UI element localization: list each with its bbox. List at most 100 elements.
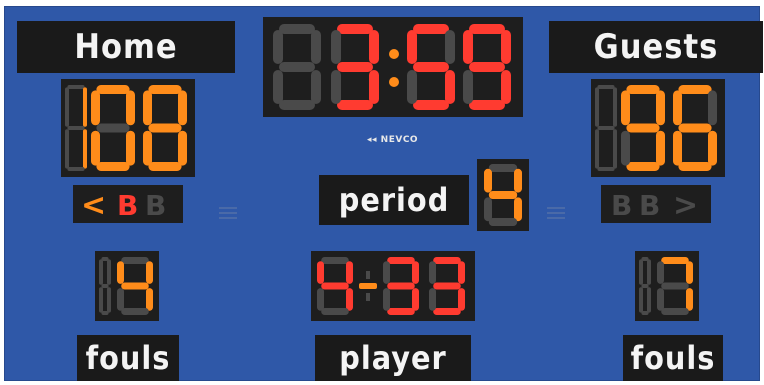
game-clock: [263, 17, 523, 117]
segment-f: [407, 30, 417, 64]
segment-g: [488, 191, 518, 199]
segment-e: [595, 129, 599, 169]
segment-d: [337, 100, 373, 110]
segment-f: [621, 90, 630, 126]
segment-f: [484, 168, 492, 193]
segment-d: [661, 308, 689, 315]
period-display: [477, 159, 529, 231]
segment-c: [501, 70, 511, 104]
segment-c: [146, 288, 153, 311]
segment-e: [99, 287, 103, 313]
guests-fouls-tens: [639, 257, 651, 315]
segment-b: [126, 90, 135, 126]
segment-g: [321, 282, 349, 290]
segment-b: [514, 168, 522, 193]
home-possession-arrow: <: [81, 188, 106, 223]
guests-possession-arrow: >: [673, 188, 698, 223]
segment-c: [107, 287, 111, 313]
segment-c: [613, 129, 617, 169]
segment-e: [407, 70, 417, 104]
segment-a: [678, 85, 712, 94]
segment-a: [96, 85, 130, 94]
home-label: Home: [17, 21, 235, 73]
guests-double-bonus-unlit: B: [639, 189, 660, 222]
segment-a: [413, 24, 449, 34]
segment-c: [126, 130, 135, 166]
segment-g: [148, 123, 182, 133]
segment-f: [91, 90, 100, 126]
segment-e: [143, 130, 152, 166]
home-score-hundreds: [65, 85, 87, 171]
segment-e: [463, 70, 473, 104]
segment-c: [686, 288, 693, 311]
period-label: period: [319, 175, 469, 225]
segment-g: [626, 123, 660, 133]
segment-c: [311, 70, 321, 104]
segment-e: [673, 130, 682, 166]
segment-e: [273, 70, 283, 104]
segment-d: [321, 308, 349, 315]
segment-a: [469, 24, 505, 34]
segment-b: [501, 30, 511, 64]
segment-b: [311, 30, 321, 64]
segment-f: [99, 259, 103, 285]
guests-fouls-label: fouls: [623, 335, 723, 381]
clock-colon: [387, 24, 401, 110]
segment-a: [488, 164, 518, 172]
guests-bonus-unlit: B: [611, 189, 632, 222]
segment-b: [412, 261, 419, 284]
segment-c: [412, 288, 419, 311]
segment-e: [65, 129, 69, 169]
segment-g: [641, 284, 649, 288]
segment-b: [647, 259, 651, 285]
segment-a: [597, 85, 615, 89]
segment-f: [143, 90, 152, 126]
home-fouls-tens: [99, 257, 111, 315]
segment-g: [337, 62, 373, 72]
segment-f: [331, 30, 341, 64]
segment-b: [458, 261, 465, 284]
segment-a: [387, 257, 415, 264]
home-score-ones: [143, 85, 187, 171]
segment-a: [121, 257, 149, 264]
segment-f: [595, 87, 599, 127]
segment-g: [279, 62, 315, 72]
segment-g: [413, 62, 449, 72]
segment-c: [458, 288, 465, 311]
brand-mark-icon: ◂◂: [367, 135, 381, 145]
segment-c: [369, 70, 379, 104]
guests-fouls-ones: [657, 257, 693, 315]
segment-a: [279, 24, 315, 34]
segment-f: [463, 30, 473, 64]
segment-c: [647, 287, 651, 313]
home-bonus-lit: B: [117, 189, 138, 222]
player-number: [317, 257, 353, 315]
segment-b: [178, 90, 187, 126]
guests-score: [591, 79, 725, 177]
segment-b: [613, 87, 617, 127]
segment-g: [67, 126, 85, 130]
segment-a: [67, 85, 85, 89]
guests-score-ones: [673, 85, 717, 171]
segment-g: [678, 123, 712, 133]
segment-g: [433, 282, 461, 290]
segment-f: [673, 90, 682, 126]
segment-b: [656, 90, 665, 126]
segment-e: [484, 197, 492, 222]
guests-bonus-indicator: B B >: [601, 185, 711, 223]
segment-g: [96, 123, 130, 133]
segment-g: [469, 62, 505, 72]
segment-d: [413, 100, 449, 110]
segment-b: [445, 30, 455, 64]
segment-e: [317, 288, 324, 311]
home-double-bonus-unlit: B: [145, 189, 166, 222]
segment-d: [488, 218, 518, 226]
segment-f: [429, 261, 436, 284]
player-fouls-tens: [383, 257, 419, 315]
brand-logo: ◂◂ NEVCO: [367, 135, 418, 145]
clock-seconds-tens: [407, 24, 455, 110]
segment-g: [661, 282, 689, 290]
segment-d: [678, 162, 712, 171]
player-foul-display: [311, 251, 475, 321]
segment-e: [383, 288, 390, 311]
